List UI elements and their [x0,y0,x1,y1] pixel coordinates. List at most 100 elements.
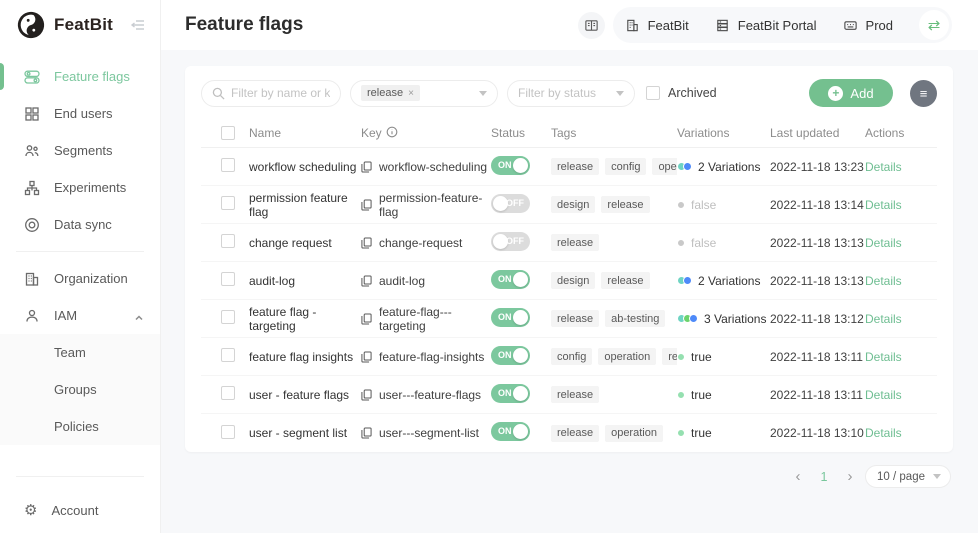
row-checkbox[interactable] [221,196,235,210]
status-toggle[interactable]: ON [491,270,530,289]
flag-name: user - feature flags [249,388,349,402]
sidebar-item-data-sync[interactable]: Data sync [0,206,160,243]
flag-tags: release operation [551,425,677,442]
toggle-knob [513,158,528,173]
sidebar-item-policies[interactable]: Policies [0,408,160,445]
search-input[interactable] [231,86,330,100]
row-checkbox[interactable] [221,272,235,286]
sidebar-item-team[interactable]: Team [0,334,160,371]
add-button-label: Add [850,86,873,101]
sidebar-item-feature-flags[interactable]: Feature flags [0,58,160,95]
remove-tag-icon[interactable]: × [408,88,414,99]
tag-chip: operation [605,425,663,442]
toggle-knob [513,310,528,325]
row-checkbox[interactable] [221,425,235,439]
toggle-label: OFF [506,194,524,213]
row-checkbox[interactable] [221,386,235,400]
toggle-knob [513,386,528,401]
archived-checkbox[interactable] [646,86,660,100]
copy-icon[interactable] [361,199,372,211]
status-toggle[interactable]: ON [491,384,530,403]
prev-page-button[interactable]: ‹ [787,466,809,488]
variation-dot [677,239,685,247]
details-link[interactable]: Details [865,160,902,174]
active-indicator [0,63,4,90]
copy-icon[interactable] [361,351,372,363]
next-page-button[interactable]: › [839,466,861,488]
status-filter-select[interactable]: Filter by status [507,80,635,107]
last-updated: 2022-11-18 13:13 [770,274,865,288]
last-updated: 2022-11-18 13:10 [770,426,865,440]
copy-icon[interactable] [361,237,372,249]
tag-chip: config [551,348,592,365]
flag-tags: releaseconfigoperation [551,158,677,175]
sidebar-bottom-divider [16,476,144,477]
row-checkbox[interactable] [221,158,235,172]
variation-dot [683,162,692,171]
sidebar-item-experiments[interactable]: Experiments [0,169,160,206]
tags-filter-select[interactable]: release × [350,80,498,107]
details-link[interactable]: Details [865,236,902,250]
sidebar-item-organization[interactable]: Organization [0,260,160,297]
row-checkbox[interactable] [221,234,235,248]
menu-fold-icon[interactable] [130,17,146,33]
docs-button[interactable] [578,12,605,39]
copy-icon[interactable] [361,275,372,287]
details-link[interactable]: Details [865,388,902,402]
book-icon [584,18,599,33]
sidebar-item-groups[interactable]: Groups [0,371,160,408]
sidebar-item-segments[interactable]: Segments [0,132,160,169]
toggle-knob [513,272,528,287]
sidebar-item-end-users[interactable]: End users [0,95,160,132]
details-link[interactable]: Details [865,274,902,288]
variation-dot [689,314,698,323]
details-link[interactable]: Details [865,426,902,440]
status-toggle[interactable]: OFF [491,194,530,213]
variation-dots [677,391,685,399]
page-size-select[interactable]: 10 / page [865,465,951,488]
status-toggle[interactable]: ON [491,308,530,327]
flag-key: workflow-scheduling [379,160,487,174]
current-page[interactable]: 1 [813,466,835,488]
copy-icon[interactable] [361,427,372,439]
header-last-updated: Last updated [770,126,865,140]
details-link[interactable]: Details [865,350,902,364]
logo-text: FeatBit [54,15,130,35]
details-link[interactable]: Details [865,312,902,326]
copy-icon[interactable] [361,389,372,401]
flag-name: permission feature flag [249,191,348,219]
org-selector[interactable]: FeatBit [625,18,689,33]
flag-tags: release [551,234,677,251]
search-icon [212,87,225,100]
list-options-button[interactable]: ≡ [910,80,937,107]
sidebar-item-iam[interactable]: IAM [0,297,160,334]
environment-selector[interactable]: Prod [843,18,893,33]
status-toggle[interactable]: OFF [491,232,530,251]
switch-environment-button[interactable]: ⇄ [919,10,949,40]
select-all-checkbox[interactable] [221,126,235,140]
variation-dots [677,429,685,437]
variations-label: 2 Variations [698,274,760,288]
variations-label: true [691,350,712,364]
row-checkbox[interactable] [221,348,235,362]
copy-icon[interactable] [361,313,372,325]
status-toggle[interactable]: ON [491,422,530,441]
submenu-label: Policies [54,419,99,434]
flag-tags: designrelease [551,196,677,213]
page-size-label: 10 / page [877,471,925,483]
project-selector[interactable]: FeatBit Portal [715,18,817,33]
users-icon [24,143,40,159]
copy-icon[interactable] [361,161,372,173]
add-flag-button[interactable]: + Add [809,79,893,107]
variations-label: false [691,236,716,250]
details-link[interactable]: Details [865,198,902,212]
row-checkbox[interactable] [221,310,235,324]
tag-chip: release [551,425,599,442]
search-box[interactable] [201,80,341,107]
variation-dots [677,314,698,323]
status-toggle[interactable]: ON [491,156,530,175]
status-toggle[interactable]: ON [491,346,530,365]
sidebar-item-account[interactable]: ⚙ Account [0,487,160,533]
tag-chip: design [551,196,595,213]
flag-tags: releaseab-testing [551,310,677,327]
